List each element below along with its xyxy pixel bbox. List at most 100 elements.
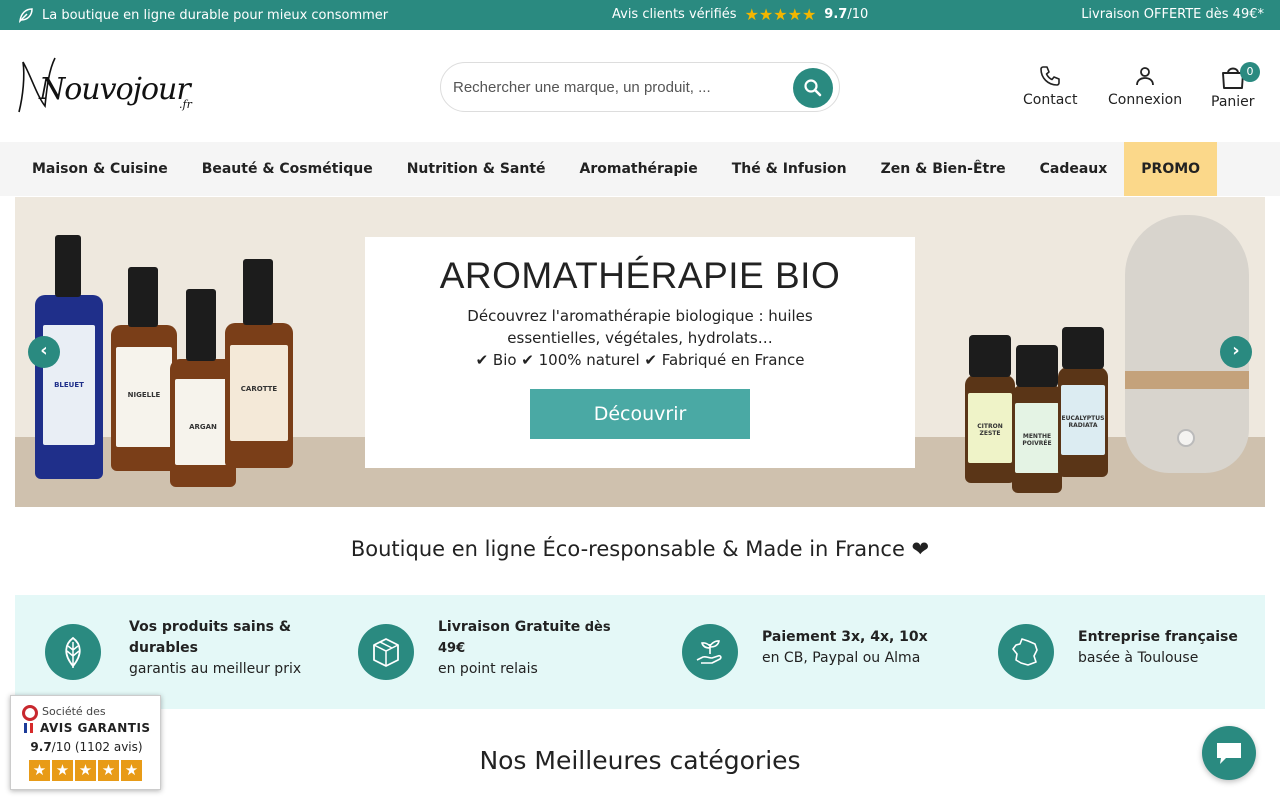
contact-label: Contact [1023,92,1078,108]
feature-circle [45,624,101,680]
nav-item-maison-cuisine[interactable]: Maison & Cuisine [0,142,185,196]
product-label: ARGAN [189,423,217,431]
reviews-label: Avis clients vérifiés [612,7,737,22]
product-bottle-nigelle: NIGELLE [111,325,177,471]
nav-item-cadeaux[interactable]: Cadeaux [1023,142,1125,196]
nav-item-promo[interactable]: PROMO [1124,142,1218,196]
feature-title: Livraison Gratuite [438,619,581,635]
feature-free-delivery: Livraison Gratuite dès 49€ en point rela… [358,595,658,709]
leaf-icon [18,8,33,23]
star-icon: ★ [52,760,73,781]
search-bar [440,62,840,112]
login-link[interactable]: Connexion [1108,64,1182,108]
cart-label: Panier [1211,94,1255,110]
features-strip: Vos produits sains & durables garantis a… [15,595,1265,709]
best-categories-heading: Nos Meilleures catégories [479,746,801,775]
phone-icon [1040,66,1061,86]
feature-title: Vos produits sains & durables [129,619,292,656]
product-label: BLEUET [54,381,84,389]
main-navigation: Maison & Cuisine Beauté & Cosmétique Nut… [0,142,1280,196]
feature-circle [682,624,738,680]
hero-title: AROMATHÉRAPIE BIO [439,255,841,296]
hero-description-line2: ✔ Bio ✔ 100% naturel ✔ Fabriqué en Franc… [475,351,805,369]
product-bottle-menthe: MENTHE POIVRÉE [1012,385,1062,493]
hero-card: AROMATHÉRAPIE BIO Découvrez l'aromathéra… [365,237,915,468]
star-icon: ★ [121,760,142,781]
nav-item-aromatherapie[interactable]: Aromathérapie [563,142,715,196]
nav-item-beaute-cosmetique[interactable]: Beauté & Cosmétique [185,142,390,196]
feature-title: Paiement 3x, 4x, 10x [762,629,928,645]
eco-message-text: La boutique en ligne durable pour mieux … [42,7,389,23]
chat-button[interactable] [1202,726,1256,780]
search-icon [804,79,822,97]
discover-button[interactable]: Découvrir [530,389,750,439]
carousel-prev-button[interactable]: ‹ [28,336,60,368]
logo-wordmark: Nouvojour [39,72,191,107]
product-bottle-bleuet: BLEUET [35,295,103,479]
cart-link[interactable]: 0 Panier [1211,62,1260,110]
nav-item-nutrition-sante[interactable]: Nutrition & Santé [390,142,563,196]
nav-item-the-infusion[interactable]: Thé & Infusion [715,142,864,196]
product-label: NIGELLE [127,391,161,399]
hero-description-line1: Découvrez l'aromathérapie biologique : h… [467,307,813,347]
eco-message: La boutique en ligne durable pour mieux … [18,7,388,23]
carousel-next-button[interactable]: › [1220,336,1252,368]
nav-item-zen-bien-etre[interactable]: Zen & Bien-Être [864,142,1023,196]
cart-count-badge: 0 [1240,62,1260,82]
product-bottle-citron: CITRON ZESTE [965,375,1015,483]
product-label: CAROTTE [240,385,278,393]
product-bottle-carotte: CAROTTE [225,323,293,468]
feature-title: Entreprise française [1078,629,1238,645]
badge-line1: Société des [42,705,106,718]
search-input[interactable] [453,74,783,100]
reviews-score: 9.7/10 [824,7,869,22]
product-bottle-eucalyptus: EUCALYPTUS RADIATA [1058,367,1108,477]
top-announcement-bar: La boutique en ligne durable pour mieux … [0,0,1280,30]
feature-subtitle: en point relais [438,661,538,677]
badge-line2: AVIS GARANTIS [40,721,151,735]
contact-link[interactable]: Contact [1023,64,1077,108]
site-logo[interactable]: Nouvojour .fr [17,56,207,118]
product-label: CITRON ZESTE [977,423,1003,437]
star-icon: ★ [98,760,119,781]
star-icon: ★ [801,4,817,24]
france-map-icon [1012,638,1038,666]
search-button[interactable] [793,68,833,108]
product-label: EUCALYPTUS RADIATA [1061,415,1105,429]
login-label: Connexion [1108,92,1183,108]
box-icon [373,638,399,667]
product-label: MENTHE POIVRÉE [1022,433,1052,447]
user-icon [1136,67,1154,86]
feature-circle [358,624,414,680]
avis-garantis-badge[interactable]: Société des AVIS GARANTIS 9.7/10 (1102 a… [10,695,161,790]
chat-bubble-icon [1217,743,1241,764]
feature-subtitle: garantis au meilleur prix [129,661,302,677]
hero-banner: BLEUET NIGELLE ARGAN CAROTTE CITRON ZEST… [15,197,1265,507]
badge-stars: ★ ★ ★ ★ ★ [29,760,142,781]
feature-circle [998,624,1054,680]
chevron-right-icon: › [1232,340,1240,361]
badge-score-line: 9.7/10 (1102 avis) [30,740,143,754]
plant-hand-icon [696,640,722,664]
star-icon: ★ [758,4,774,24]
hero-description: Découvrez l'aromathérapie biologique : h… [430,305,850,371]
avis-garantis-seal-icon [22,705,38,721]
feature-payment: Paiement 3x, 4x, 10x en CB, Paypal ou Al… [682,595,982,709]
feature-title-row: Livraison Gratuite dès 49€ [438,617,638,659]
star-icon: ★ [744,4,759,24]
feature-french-company: Entreprise française basée à Toulouse [998,595,1258,709]
star-icon: ★ [75,760,96,781]
french-flag-icon [24,723,34,733]
feature-subtitle: en CB, Paypal ou Alma [762,650,921,666]
reviews-stars: ★ ★ ★ ★ ★ [744,4,817,24]
feature-subtitle: basée à Toulouse [1078,650,1199,666]
site-header: Nouvojour .fr Contact Connexion 0 Panier [0,30,1280,142]
chevron-left-icon: ‹ [40,340,48,361]
reviews-summary[interactable]: Avis clients vérifiés ★ ★ ★ ★ ★ 9.7/10 [612,4,869,24]
logo-suffix: .fr [179,98,192,111]
star-icon: ★ [787,4,802,24]
feature-healthy-products: Vos produits sains & durables garantis a… [45,595,345,709]
star-icon: ★ [29,760,50,781]
store-tagline: Boutique en ligne Éco-responsable & Made… [350,537,930,561]
star-icon: ★ [773,4,788,24]
